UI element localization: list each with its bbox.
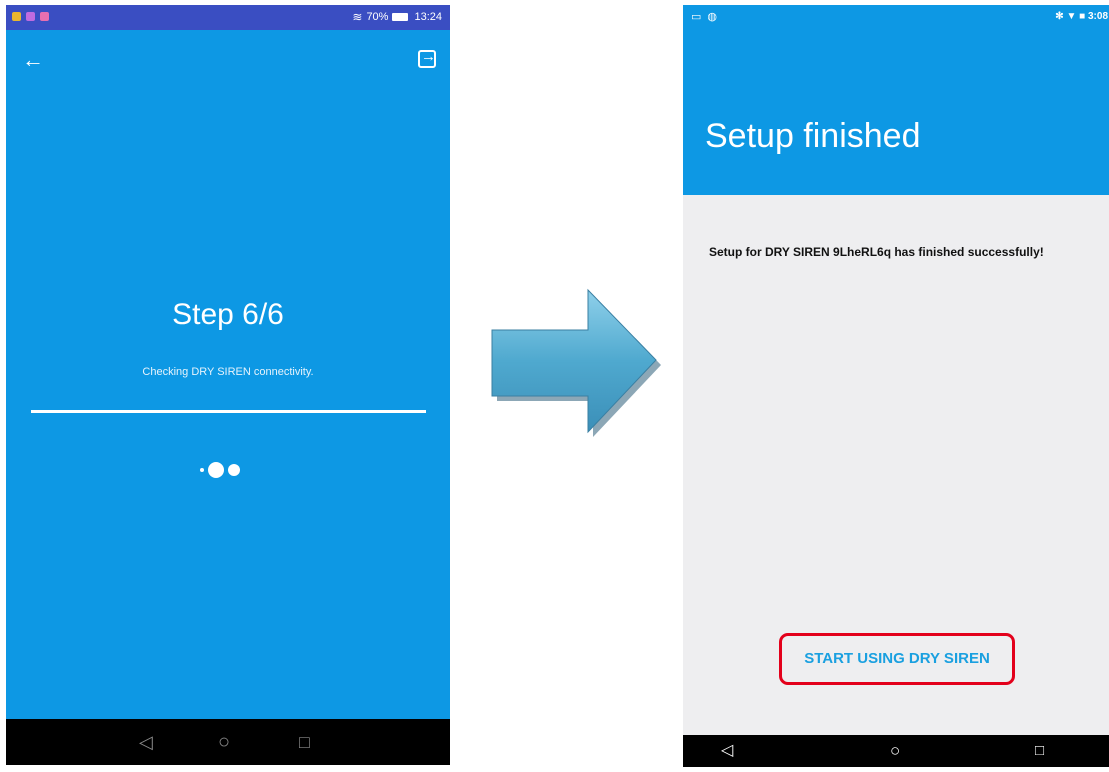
nav-back-icon[interactable]: ◁ [139,719,153,765]
clock: 3:08 [1087,11,1108,22]
status-right: ≋ 70% 13:24 [352,10,442,24]
start-using-button[interactable]: START USING DRY SIREN [785,639,1009,679]
nav-home-icon[interactable]: ○ [218,719,230,765]
page-title: Setup finished [705,117,921,155]
battery-icon: ■ [1079,11,1086,22]
app-header [683,30,1109,195]
right-arrow-icon [491,288,661,437]
arrow-left-icon[interactable]: ← [22,49,44,71]
loader-dot-small [200,468,204,472]
status-right: ✻ ▼ ■ 3:08 [1055,11,1108,22]
loader-dot-medium [228,464,240,476]
nav-recent-icon[interactable]: □ [1035,735,1044,767]
notification-icons [12,12,49,21]
wifi-icon: ≋ [352,10,363,24]
status-bar: ≋ 70% 13:24 [6,5,450,30]
left-phone-screen: ≋ 70% 13:24 ← Step 6/6 Checking DRY SIRE… [6,5,450,765]
loader-dot-large [208,462,224,478]
step-description: Checking DRY SIREN connectivity. [142,366,314,378]
progress-bar [31,410,426,413]
navigation-bar: ◁ ○ □ [683,735,1109,767]
battery-icon [392,13,409,21]
bluetooth-icon: ✻ [1055,11,1064,22]
wifi-icon: ▼ [1066,11,1077,22]
loading-dots-icon [200,462,240,478]
navigation-bar: ◁ ○ □ [6,719,450,765]
nav-home-icon[interactable]: ○ [890,735,900,767]
app-notification-icon [12,12,21,21]
app-notification-icon [40,12,49,21]
nav-recent-icon[interactable]: □ [299,719,310,765]
android-icon: ◍ [707,11,718,23]
nav-back-icon[interactable]: ◁ [721,735,733,767]
status-bar: ▭ ◍ ✻ ▼ ■ 3:08 [683,5,1109,30]
success-message: Setup for DRY SIREN 9LheRL6q has finishe… [709,245,1044,259]
notification-icon: ▭ [691,11,702,23]
clock: 13:24 [414,11,442,23]
status-left-icons: ▭ ◍ [691,10,717,23]
right-phone-screen: ▭ ◍ ✻ ▼ ■ 3:08 Setup finished Setup for … [683,5,1109,767]
progress-fill [31,410,426,413]
app-notification-icon [26,12,35,21]
step-title: Step 6/6 [172,298,284,331]
battery-level: 70% [366,11,389,23]
exit-icon[interactable] [418,48,436,68]
